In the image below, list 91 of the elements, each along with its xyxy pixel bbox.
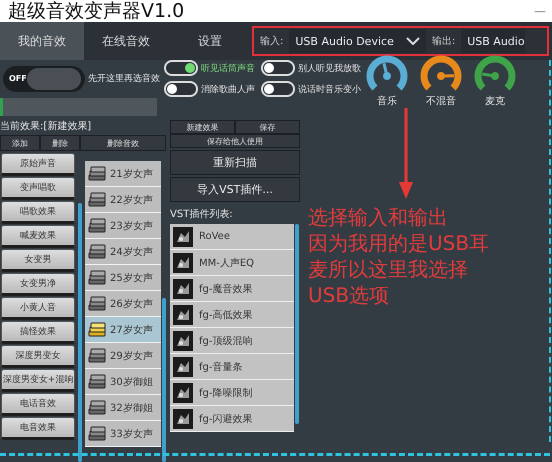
toggle-switch[interactable] — [261, 81, 295, 97]
category-button[interactable]: 变声唱歌 — [1, 177, 76, 200]
plugin-item[interactable]: fg-降噪限制 — [170, 380, 294, 406]
books-icon — [87, 400, 108, 416]
scrollbar[interactable] — [162, 298, 166, 462]
books-icon — [87, 322, 108, 338]
preset-item[interactable]: 25岁女声 — [85, 265, 162, 291]
plugin-item[interactable]: MM-人声EQ — [170, 250, 294, 276]
action-button[interactable]: 导入VST插件... — [170, 177, 300, 202]
books-icon — [87, 218, 108, 234]
knob-label: 不混音 — [426, 94, 456, 108]
knob-label: 音乐 — [377, 94, 397, 108]
input-label: 输入: — [260, 34, 284, 48]
plugin-icon — [173, 382, 193, 402]
preset-item[interactable]: 26岁女声 — [85, 291, 162, 317]
power-hint: 先开这里再选音效 — [88, 72, 160, 85]
annotation-line: 选择输入和输出 — [308, 204, 449, 230]
annotation-line: 因为我用的是USB耳 — [308, 230, 490, 256]
plugin-item[interactable]: fg-高低效果 — [170, 302, 294, 328]
toggle-switch[interactable] — [164, 81, 198, 97]
books-icon — [87, 244, 108, 260]
category-button[interactable]: 电音效果 — [1, 417, 76, 440]
category-button[interactable]: 深度男变女+混响 — [1, 369, 76, 392]
category-button[interactable]: 搞怪效果 — [1, 321, 76, 344]
books-icon — [87, 348, 108, 364]
preset-item[interactable]: 23岁女声 — [85, 213, 162, 239]
action-button[interactable]: 保存 — [235, 120, 300, 134]
effect-button[interactable]: 删除音效 — [80, 135, 166, 151]
preset-item[interactable]: 32岁御姐 — [85, 395, 162, 421]
annotation-line: USB选项 — [308, 282, 390, 308]
plugin-list-label: VST插件列表: — [170, 208, 234, 222]
books-icon — [87, 166, 108, 182]
scrollbar[interactable] — [295, 224, 299, 424]
category-button[interactable]: 小黄人音 — [1, 297, 76, 320]
effect-button[interactable]: 删除 — [40, 135, 80, 151]
tab[interactable]: 我的音效 — [0, 22, 84, 60]
effect-button[interactable]: 添加 — [0, 135, 40, 151]
plugin-icon — [173, 408, 193, 428]
window-title: 超级音效变声器V1.0 — [8, 0, 184, 22]
tab[interactable]: 在线音效 — [84, 22, 168, 60]
books-icon — [87, 296, 108, 312]
share-button[interactable]: 保存给他人使用 — [170, 134, 300, 148]
tab[interactable]: 设置 — [168, 22, 252, 60]
toggle-label: 说话时音乐变小 — [298, 84, 361, 96]
chevron-icon — [406, 37, 420, 45]
books-icon — [87, 192, 108, 208]
plugin-item[interactable]: fg-闪避效果 — [170, 406, 294, 432]
category-button[interactable]: 唱歌效果 — [1, 201, 76, 224]
action-button[interactable]: 重新扫描 — [170, 150, 300, 175]
books-icon — [87, 426, 108, 442]
category-button[interactable]: 电话音效 — [1, 393, 76, 416]
plugin-icon — [173, 356, 193, 376]
plugin-item[interactable]: fg-音量条 — [170, 354, 294, 380]
preset-item[interactable]: 33岁女声 — [85, 421, 162, 447]
preset-item[interactable]: 29岁女声 — [85, 343, 162, 369]
knob-label: 麦克 — [485, 94, 505, 108]
preset-item[interactable]: 21岁女声 — [85, 161, 162, 187]
preset-item[interactable]: 30岁御姐 — [85, 369, 162, 395]
preset-item[interactable]: 22岁女声 — [85, 187, 162, 213]
output-dropdown[interactable]: USB Audio — [461, 29, 525, 53]
category-button[interactable]: 女变男 — [1, 249, 76, 272]
output-label: 输出: — [432, 34, 456, 48]
minimize-button[interactable]: — — [534, 4, 546, 18]
toggle-label: 听见话筒声音 — [201, 62, 255, 74]
preset-item[interactable]: 27岁女声 — [85, 317, 162, 343]
toggle-switch[interactable] — [261, 60, 295, 76]
effect-name-field[interactable] — [0, 98, 157, 116]
annotation-line: 麦所以这里我选择 — [308, 256, 469, 282]
current-effect-label: 当前效果:[新建效果] — [0, 120, 92, 134]
plugin-icon — [173, 226, 193, 246]
category-button[interactable]: 喊麦效果 — [1, 225, 76, 248]
plugin-item[interactable]: fg-魔音效果 — [170, 276, 294, 302]
input-dropdown[interactable]: USB Audio Device — [289, 29, 426, 53]
category-button[interactable]: 原始声音 — [1, 153, 76, 176]
plugin-item[interactable]: fg-顶级混响 — [170, 328, 294, 354]
toggle-switch[interactable] — [164, 60, 198, 76]
books-icon — [87, 374, 108, 390]
power-switch[interactable]: OFF — [3, 66, 85, 92]
plugin-icon — [173, 304, 193, 324]
action-button[interactable]: 新建效果 — [170, 120, 235, 134]
books-icon — [87, 270, 108, 286]
scrollbar[interactable] — [78, 203, 82, 462]
category-button[interactable]: 深度男变女 — [1, 345, 76, 368]
plugin-icon — [173, 252, 193, 272]
toggle-label: 别人听见我放歌 — [298, 62, 361, 74]
plugin-icon — [173, 330, 193, 350]
plugin-item[interactable]: RoVee — [170, 224, 294, 250]
plugin-icon — [173, 278, 193, 298]
preset-item[interactable]: 24岁女声 — [85, 239, 162, 265]
category-button[interactable]: 女变男净 — [1, 273, 76, 296]
toggle-label: 消除歌曲人声 — [201, 84, 255, 96]
